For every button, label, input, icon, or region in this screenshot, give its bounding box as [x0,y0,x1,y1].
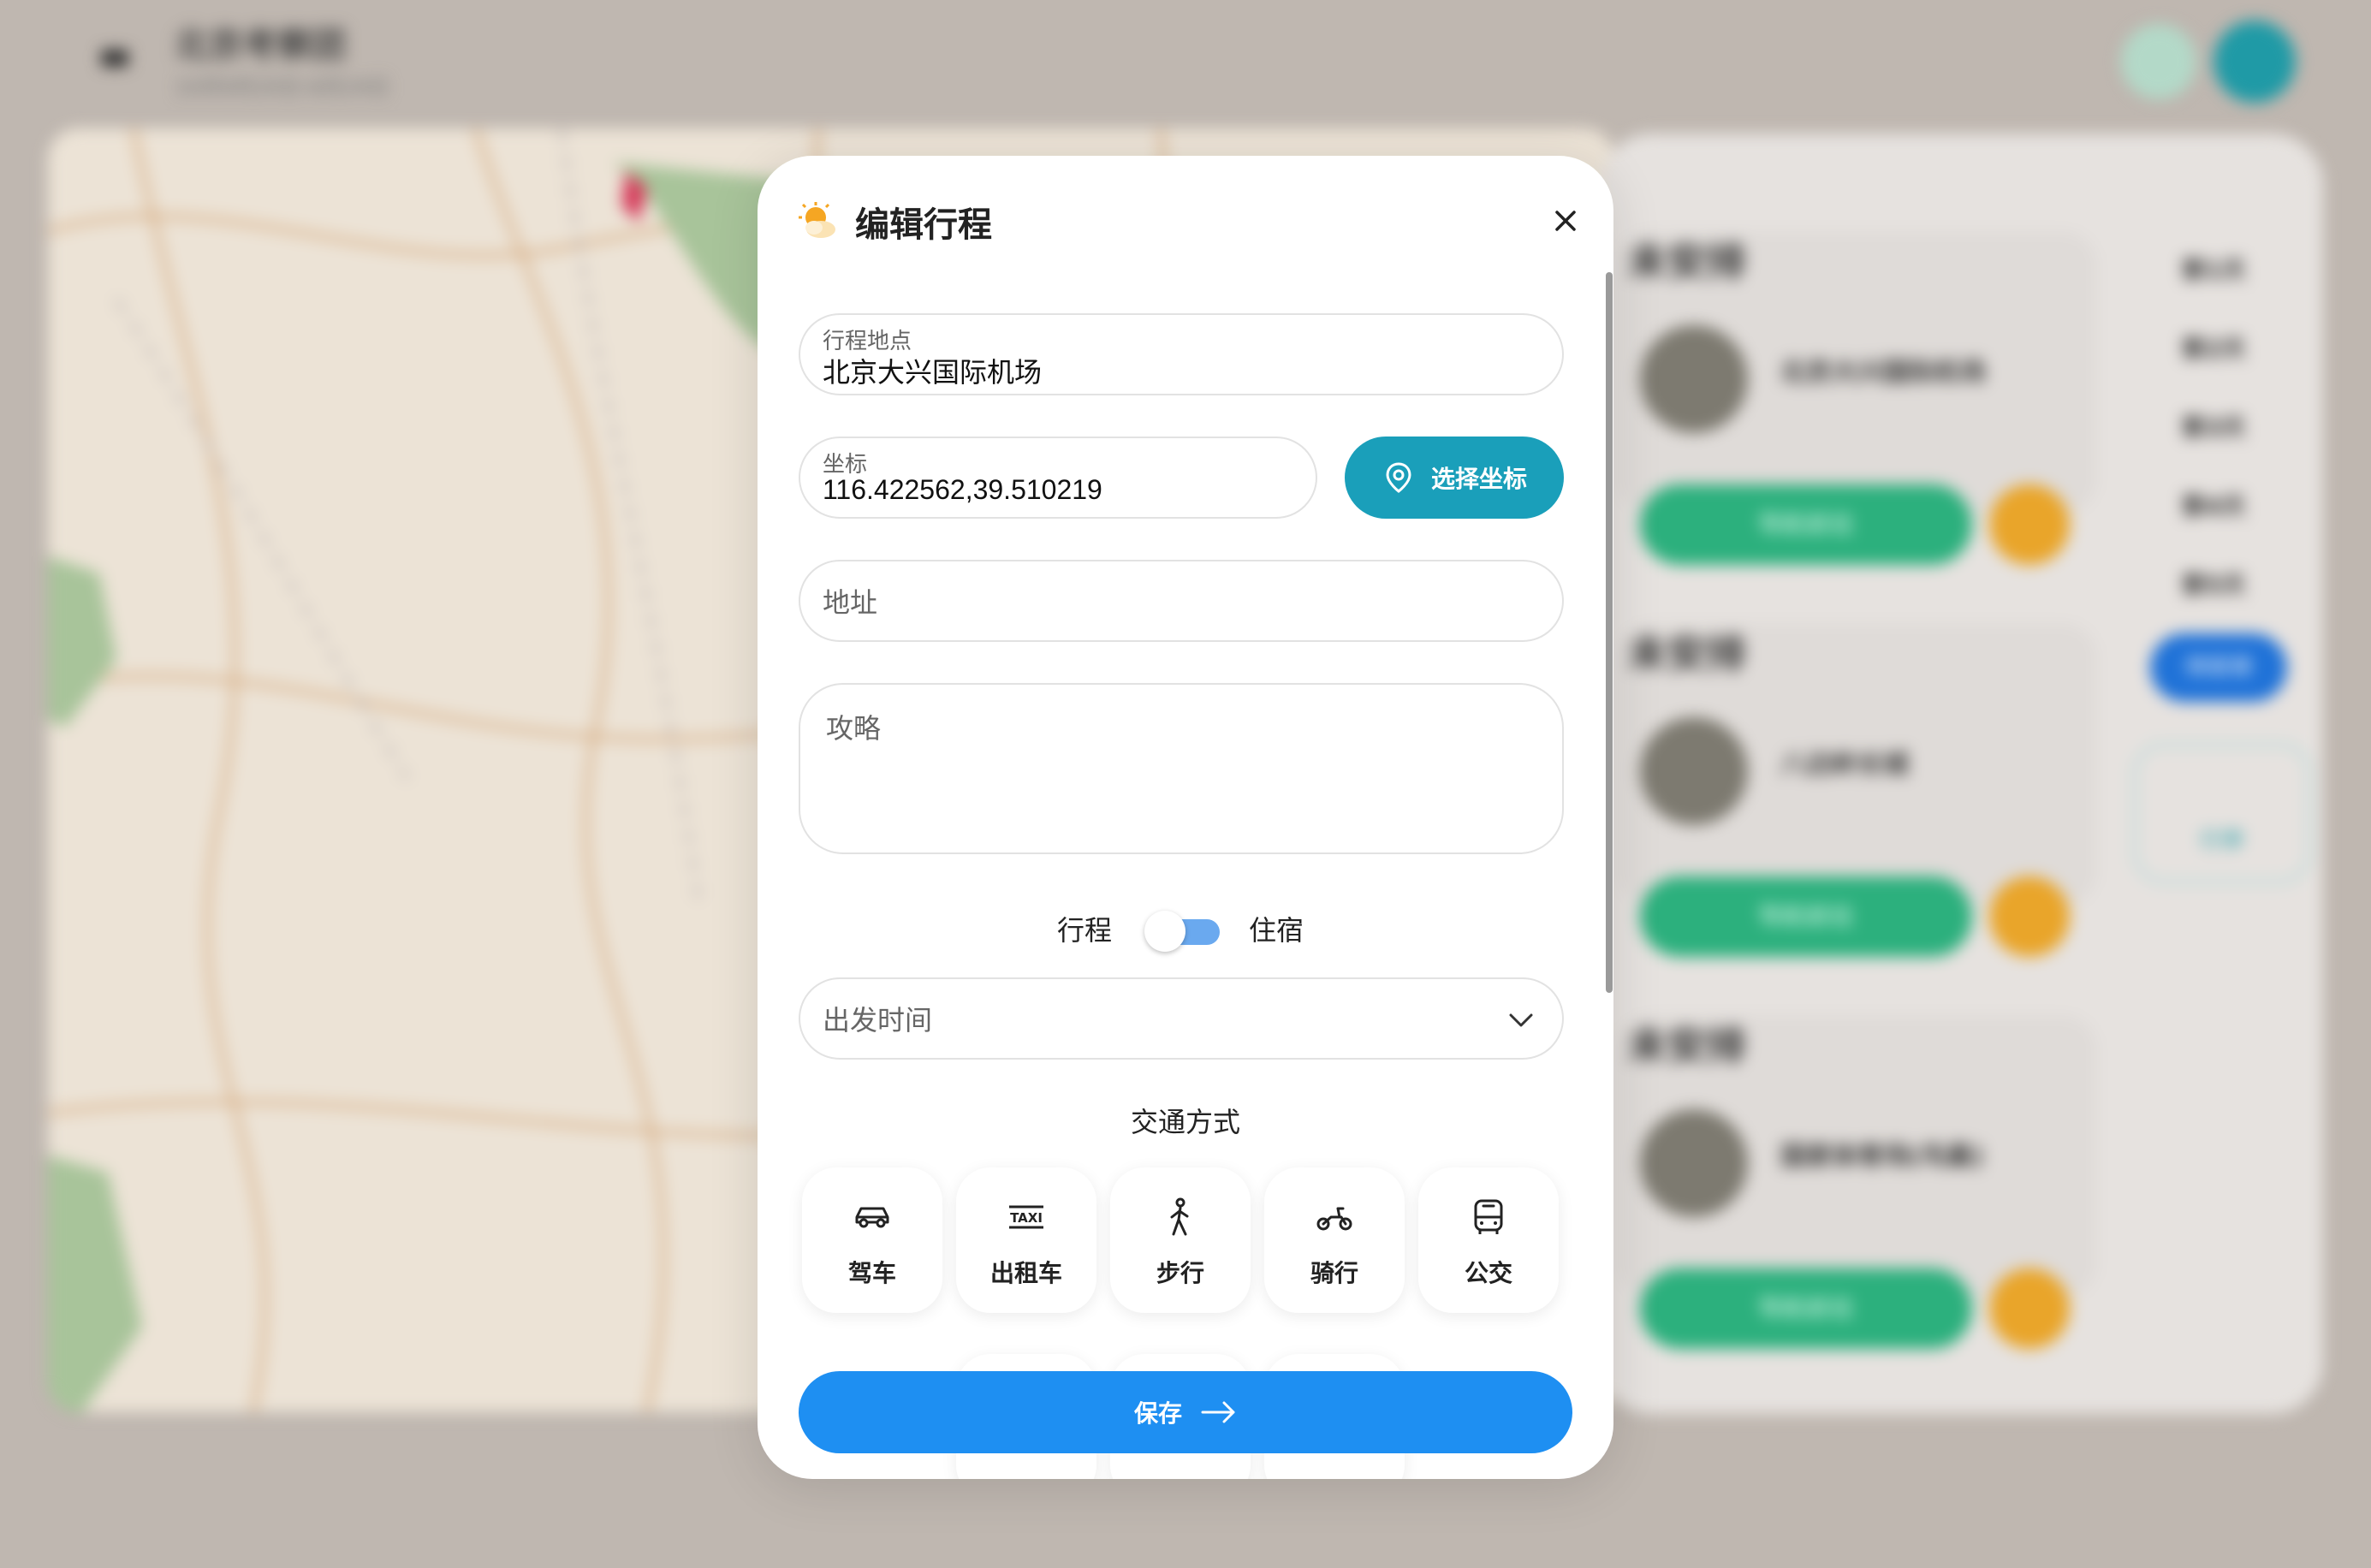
modal-header: 编辑行程 [799,197,992,246]
departure-time-placeholder: 出发时间 [823,1005,933,1036]
transport-label: 驾车 [847,1260,896,1286]
weather-button [2121,24,2196,99]
coordinate-field-value: 116.422562,39.510219 [823,474,1102,505]
save-button-label: 保存 [1133,1400,1182,1427]
place-field[interactable]: 行程地点 北京大兴国际机场 [799,313,1564,395]
transport-option-bus[interactable]: 公交 [1418,1167,1559,1313]
partly-cloudy-icon [799,202,835,238]
modal-scrollbar[interactable] [1606,272,1613,993]
itinerary-lodging-switch[interactable] [1144,907,1230,953]
itinerary-card: 未安排 国家体育场(鸟巢) 导航前往 [1618,1015,2097,1349]
chevron-down-icon [1509,1013,1533,1027]
svg-text:TAXI: TAXI [1010,1210,1043,1226]
scooter-icon [1316,1207,1352,1231]
transport-label: 骑行 [1310,1260,1358,1286]
itinerary-card: 未安排 北京大兴国际机场 导航前往 [1618,231,2097,565]
toggle-label-lodging: 住宿 [1249,915,1304,946]
transport-title: 交通方式 [1130,1107,1240,1137]
save-button[interactable]: 保存 [799,1371,1572,1453]
switch-knob [1144,911,1186,952]
guide-textarea[interactable]: 攻略 [799,683,1564,854]
place-field-value: 北京大兴国际机场 [823,357,1043,388]
location-pin-icon [1386,462,1411,493]
guide-placeholder: 攻略 [826,713,882,744]
car-icon [855,1207,889,1228]
arrow-right-icon [1201,1401,1235,1423]
transport-option-drive[interactable]: 驾车 [802,1167,942,1313]
day-list: 第1天 第2天 第3天 第4天 第5天 [2181,256,2246,599]
transport-label: 步行 [1156,1260,1204,1286]
transport-label: 出租车 [989,1260,1062,1286]
trip-dates: 10月9月20日-6月24日 [175,75,389,99]
address-placeholder: 地址 [823,587,878,618]
transport-options: 驾车 TAXI 出租车 步行 骑行 公交 [802,1167,1559,1313]
edit-itinerary-modal: 编辑行程 行程地点 北京大兴国际机场 坐标 116.422562,39.5102… [758,156,1613,1479]
itinerary-card: 未安排 八达岭长城 导航前往 [1618,623,2097,957]
toggle-label-itinerary: 行程 [1057,915,1113,946]
pick-coordinate-button[interactable]: 选择坐标 [1345,437,1564,519]
transport-option-ride[interactable]: 骑行 [1264,1167,1405,1313]
transport-option-taxi[interactable]: TAXI 出租车 [956,1167,1096,1313]
transport-option-walk[interactable]: 步行 [1110,1167,1251,1313]
taxi-icon: TAXI [1009,1205,1043,1229]
modal-title: 编辑行程 [855,206,992,244]
type-toggle-row: 行程 住宿 [758,894,1613,962]
bus-icon [1474,1199,1503,1234]
luggage-button: 行李 [2133,743,2311,883]
departure-time-select[interactable]: 出发时间 [799,977,1564,1060]
pending-day-button: 待安排 [2150,633,2287,702]
pick-coordinate-label: 选择坐标 [1430,466,1527,492]
coordinate-field[interactable]: 坐标 116.422562,39.510219 [799,437,1317,519]
settings-button [2214,21,2296,103]
close-icon[interactable] [1548,204,1583,238]
trip-title: 北京考察团 [175,26,346,65]
address-input[interactable]: 地址 [799,560,1564,642]
back-icon [101,50,128,67]
walk-icon [1170,1197,1189,1236]
transport-label: 公交 [1464,1260,1512,1286]
